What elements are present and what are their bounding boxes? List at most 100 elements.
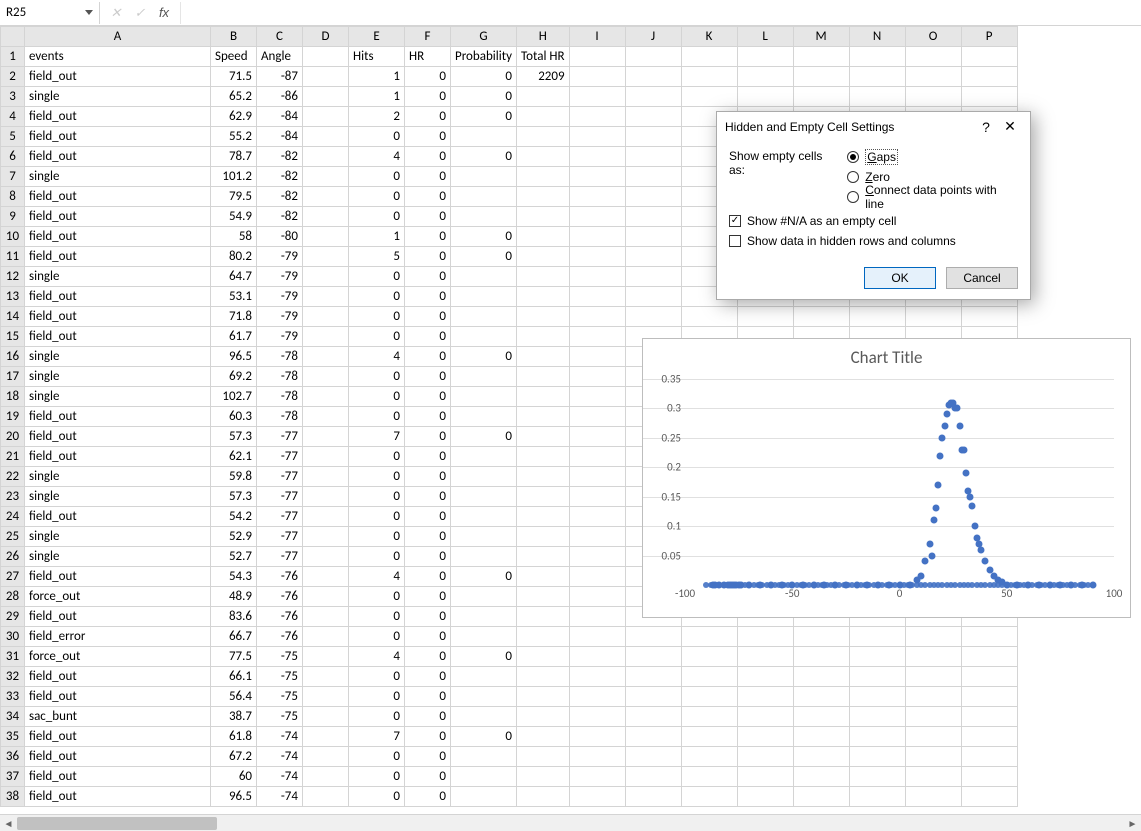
cell[interactable]: 0 [405, 647, 451, 667]
cell[interactable]: 0 [349, 627, 405, 647]
cell[interactable] [905, 727, 961, 747]
row-header[interactable]: 13 [1, 287, 25, 307]
close-icon[interactable]: ✕ [998, 118, 1022, 135]
scroll-right-icon[interactable]: ► [1124, 815, 1141, 831]
cell[interactable] [451, 207, 517, 227]
cell[interactable] [569, 287, 625, 307]
scroll-thumb[interactable] [17, 817, 217, 830]
cell[interactable] [451, 327, 517, 347]
cell[interactable] [517, 267, 570, 287]
cell[interactable]: -77 [257, 447, 303, 467]
cell[interactable]: field_out [25, 307, 211, 327]
cell[interactable] [517, 527, 570, 547]
row-header[interactable]: 21 [1, 447, 25, 467]
cell[interactable] [625, 227, 681, 247]
cell[interactable]: 0 [405, 147, 451, 167]
cell[interactable] [451, 687, 517, 707]
row-header[interactable]: 33 [1, 687, 25, 707]
cell[interactable] [517, 307, 570, 327]
cell[interactable]: 58 [211, 227, 257, 247]
cell[interactable] [625, 747, 681, 767]
column-header[interactable]: M [793, 27, 849, 47]
cell[interactable]: -75 [257, 647, 303, 667]
cell[interactable]: 54.2 [211, 507, 257, 527]
cell[interactable]: field_out [25, 667, 211, 687]
cell[interactable]: HR [405, 47, 451, 67]
cell[interactable] [681, 87, 737, 107]
cell[interactable]: 102.7 [211, 387, 257, 407]
cell[interactable] [569, 787, 625, 807]
column-header[interactable]: D [303, 27, 349, 47]
cell[interactable] [681, 667, 737, 687]
cell[interactable]: 0 [405, 387, 451, 407]
cell[interactable] [569, 567, 625, 587]
row-header[interactable]: 8 [1, 187, 25, 207]
cell[interactable] [625, 767, 681, 787]
cell[interactable]: 67.2 [211, 747, 257, 767]
cell[interactable]: 38.7 [211, 707, 257, 727]
cell[interactable]: 66.7 [211, 627, 257, 647]
cell[interactable] [303, 707, 349, 727]
row-header[interactable]: 6 [1, 147, 25, 167]
cell[interactable] [569, 67, 625, 87]
cell[interactable] [849, 627, 905, 647]
cell[interactable] [569, 367, 625, 387]
cell[interactable] [303, 67, 349, 87]
cell[interactable]: 77.5 [211, 647, 257, 667]
row-header[interactable]: 15 [1, 327, 25, 347]
cell[interactable] [905, 787, 961, 807]
cell[interactable] [569, 607, 625, 627]
cell[interactable]: 57.3 [211, 427, 257, 447]
cell[interactable]: field_out [25, 247, 211, 267]
column-header[interactable]: N [849, 27, 905, 47]
cell[interactable] [303, 247, 349, 267]
cell[interactable]: force_out [25, 587, 211, 607]
cell[interactable] [793, 627, 849, 647]
cell[interactable]: -82 [257, 147, 303, 167]
cell[interactable] [517, 507, 570, 527]
cell[interactable]: 0 [349, 167, 405, 187]
cell[interactable] [517, 647, 570, 667]
cell[interactable] [517, 587, 570, 607]
cell[interactable]: 0 [349, 527, 405, 547]
cell[interactable]: -76 [257, 587, 303, 607]
cell[interactable]: field_out [25, 287, 211, 307]
cell[interactable]: -77 [257, 547, 303, 567]
cell[interactable]: 0 [405, 347, 451, 367]
cell[interactable] [681, 647, 737, 667]
cell[interactable]: 0 [405, 487, 451, 507]
cell[interactable]: 7 [349, 427, 405, 447]
chevron-down-icon[interactable] [85, 10, 93, 15]
cell[interactable] [517, 447, 570, 467]
cell[interactable] [451, 507, 517, 527]
cell[interactable]: field_out [25, 67, 211, 87]
cell[interactable]: 4 [349, 347, 405, 367]
cell[interactable] [517, 247, 570, 267]
cell[interactable]: -82 [257, 167, 303, 187]
cell[interactable] [303, 567, 349, 587]
cell[interactable]: 78.7 [211, 147, 257, 167]
cell[interactable]: 0 [349, 267, 405, 287]
cell[interactable] [625, 287, 681, 307]
cell[interactable] [961, 727, 1017, 747]
cell[interactable]: 0 [349, 467, 405, 487]
cell[interactable]: -87 [257, 67, 303, 87]
cell[interactable] [451, 367, 517, 387]
cell[interactable] [681, 747, 737, 767]
cell[interactable] [303, 227, 349, 247]
cell[interactable] [569, 427, 625, 447]
cell[interactable] [793, 67, 849, 87]
cell[interactable]: 101.2 [211, 167, 257, 187]
cell[interactable] [681, 627, 737, 647]
column-header[interactable]: B [211, 27, 257, 47]
cell[interactable]: 0 [349, 407, 405, 427]
cell[interactable]: 0 [405, 87, 451, 107]
cell[interactable] [303, 507, 349, 527]
cell[interactable]: 0 [349, 127, 405, 147]
cell[interactable]: Total HR [517, 47, 570, 67]
cell[interactable] [569, 447, 625, 467]
cell[interactable]: 0 [405, 767, 451, 787]
cell[interactable]: -74 [257, 747, 303, 767]
cell[interactable] [569, 727, 625, 747]
cell[interactable] [737, 627, 793, 647]
